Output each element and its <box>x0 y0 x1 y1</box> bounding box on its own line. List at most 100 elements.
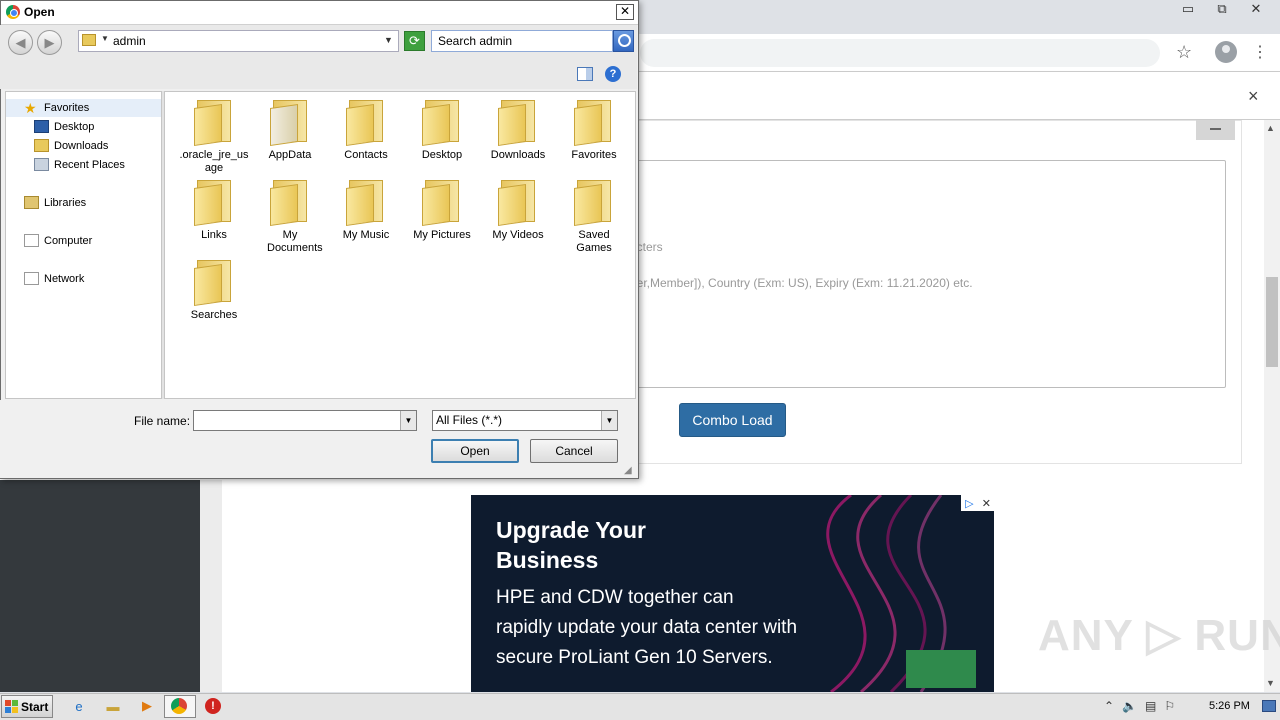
ad-close-icon[interactable]: ✕ <box>982 497 991 510</box>
nav-desktop[interactable]: Desktop <box>34 120 94 133</box>
profile-avatar-icon[interactable] <box>1215 41 1237 63</box>
file-item-contacts[interactable]: Contacts <box>331 98 401 162</box>
nav-recent-places[interactable]: Recent Places <box>34 158 125 171</box>
folder-icon <box>574 98 614 146</box>
file-type-dropdown-icon[interactable]: ▼ <box>601 411 617 430</box>
address-bar[interactable] <box>640 39 1160 67</box>
file-item-my-pictures[interactable]: My Pictures <box>407 178 477 242</box>
folder-icon <box>422 178 462 226</box>
close-window-icon[interactable]: ✕ <box>1244 0 1268 18</box>
page-sidebar <box>0 480 200 692</box>
folder-icon <box>422 98 462 146</box>
ad-body-1: HPE and CDW together can <box>496 587 734 608</box>
page-gutter <box>200 480 222 692</box>
advertisement[interactable]: Upgrade Your Business HPE and CDW togeth… <box>471 495 994 692</box>
file-item-downloads[interactable]: Downloads <box>483 98 553 162</box>
nav-downloads[interactable]: Downloads <box>34 139 108 152</box>
file-item-label: Contacts <box>344 149 388 161</box>
refresh-icon[interactable]: ⟳ <box>404 31 425 51</box>
start-label: Start <box>21 699 49 714</box>
scroll-up-icon[interactable]: ▲ <box>1266 123 1275 133</box>
dialog-title-bar[interactable] <box>1 1 638 25</box>
file-item-label: AppData <box>268 149 312 161</box>
desktop-icon <box>34 120 49 133</box>
system-tray: ⌃ 🔈 ▤ ⚐ <box>1104 697 1175 715</box>
ad-info-icon[interactable]: ▷ <box>965 497 973 510</box>
search-input[interactable]: Search admin <box>438 34 512 48</box>
preview-pane-icon[interactable] <box>577 67 593 81</box>
folder-icon <box>270 98 310 146</box>
page-scrollbar[interactable] <box>1264 120 1280 692</box>
show-desktop-icon[interactable] <box>1262 700 1276 712</box>
tray-expand-icon[interactable]: ⌃ <box>1104 699 1114 713</box>
folder-icon <box>194 98 234 146</box>
chrome-app-icon <box>6 5 20 19</box>
nav-favorites[interactable]: ★ Favorites <box>6 99 161 117</box>
downloads-folder-icon <box>34 139 49 152</box>
combo-textarea[interactable] <box>624 160 1226 388</box>
file-item-searches[interactable]: Searches <box>179 258 249 322</box>
scroll-down-icon[interactable]: ▼ <box>1266 678 1275 688</box>
file-item-appdata[interactable]: AppData <box>255 98 325 162</box>
chrome-icon <box>171 698 187 714</box>
combo-hint-line-2: ner,Member]), Country (Exm: US), Expiry … <box>630 276 973 290</box>
network-tray-icon[interactable]: ▤ <box>1145 699 1156 713</box>
file-item-saved-games[interactable]: Saved Games <box>559 178 629 255</box>
server-card-graphic <box>906 650 976 688</box>
bookmark-star-icon[interactable]: ☆ <box>1176 42 1192 63</box>
action-center-flag-icon[interactable]: ⚐ <box>1164 699 1175 713</box>
file-item-label: Downloads <box>490 149 546 161</box>
file-type-select[interactable]: All Files (*.*) <box>432 410 618 431</box>
file-item-label: My Videos <box>492 229 544 241</box>
help-icon[interactable]: ? <box>605 66 621 82</box>
nav-computer[interactable]: Computer <box>24 234 92 247</box>
dialog-close-button[interactable]: ✕ <box>616 4 634 20</box>
file-item-my-documents[interactable]: My Documents <box>255 178 325 255</box>
scrollbar-thumb[interactable] <box>1266 277 1278 367</box>
open-button[interactable]: Open <box>431 439 519 463</box>
opera-icon[interactable]: ! <box>205 698 221 714</box>
user-folder-icon <box>82 34 96 46</box>
file-item-my-music[interactable]: My Music <box>331 178 401 242</box>
file-item-links[interactable]: Links <box>179 178 249 242</box>
minimize-icon[interactable]: ▭ <box>1176 0 1200 18</box>
resize-grip-icon[interactable]: ◢ <box>624 465 632 476</box>
dialog-title: Open <box>24 5 55 19</box>
file-item-label: Saved Games <box>576 229 612 254</box>
file-item-favorites[interactable]: Favorites <box>559 98 629 162</box>
volume-icon[interactable]: 🔈 <box>1122 699 1137 713</box>
start-button[interactable]: Start <box>1 695 53 718</box>
ad-choices[interactable]: ▷ ✕ <box>961 495 995 511</box>
taskbar-clock[interactable]: 5:26 PM <box>1209 700 1250 712</box>
file-item-desktop[interactable]: Desktop <box>407 98 477 162</box>
restore-icon[interactable]: ⧉ <box>1210 0 1234 18</box>
file-item-label: My Documents <box>267 229 323 254</box>
computer-icon <box>24 234 39 247</box>
infobar-close-icon[interactable]: × <box>1248 86 1259 107</box>
file-item-label: My Pictures <box>413 229 471 241</box>
internet-explorer-icon[interactable]: e <box>70 697 88 715</box>
nav-computer-label: Computer <box>44 234 93 247</box>
ad-headline-1: Upgrade Your <box>496 517 646 543</box>
file-item-oracle-jre-usage[interactable]: .oracle_jre_usage <box>179 98 249 175</box>
breadcrumb-admin[interactable]: admin <box>113 34 146 48</box>
file-item-my-videos[interactable]: My Videos <box>483 178 553 242</box>
dialog-toolbar <box>0 59 637 89</box>
address-dropdown-icon[interactable]: ▼ <box>384 35 393 45</box>
collapse-panel-button[interactable] <box>1196 120 1235 140</box>
breadcrumb-chevron-icon[interactable]: ▼ <box>101 34 109 43</box>
file-name-input[interactable] <box>193 410 417 431</box>
file-name-dropdown-icon[interactable]: ▼ <box>400 411 416 430</box>
file-explorer-icon[interactable]: ▬ <box>104 697 122 715</box>
browser-menu-icon[interactable]: ⋮ <box>1252 42 1268 62</box>
nav-network[interactable]: Network <box>24 272 84 285</box>
forward-arrow-icon[interactable]: ▶ <box>37 30 62 55</box>
media-player-icon[interactable]: ▶ <box>138 697 156 715</box>
back-arrow-icon[interactable]: ◀ <box>8 30 33 55</box>
search-icon[interactable] <box>613 30 634 52</box>
cancel-button[interactable]: Cancel <box>530 439 618 463</box>
combo-load-button[interactable]: Combo Load <box>679 403 786 437</box>
nav-libraries[interactable]: Libraries <box>24 196 86 209</box>
ad-body-3: secure ProLiant Gen 10 Servers. <box>496 647 773 668</box>
watermark-logo: ANY ▷ RUN <box>1038 611 1280 660</box>
